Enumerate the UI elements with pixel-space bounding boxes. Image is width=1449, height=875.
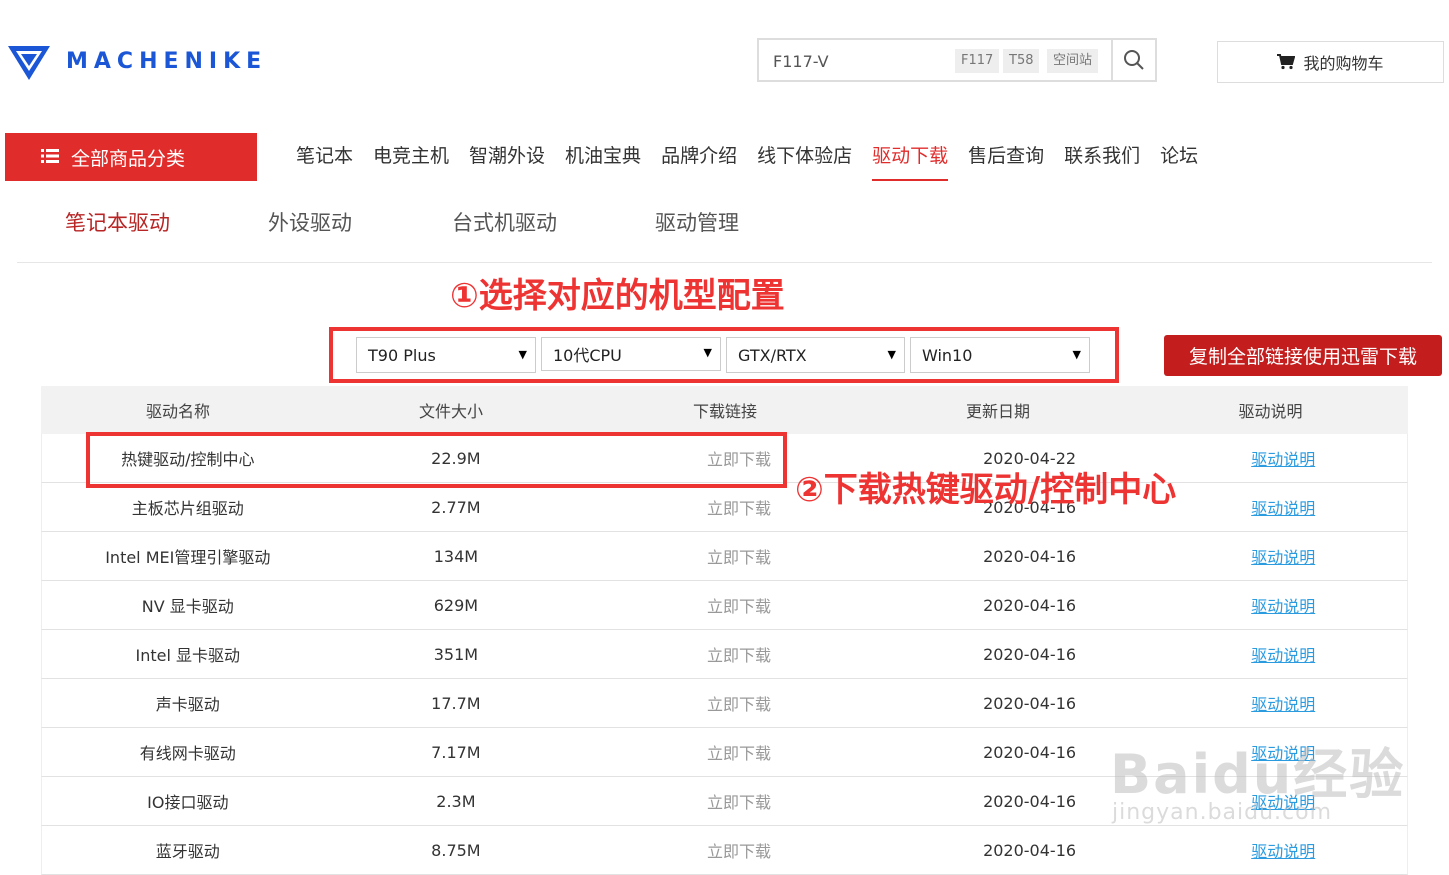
nav-item-stores[interactable]: 线下体验店: [757, 141, 852, 181]
machenike-logo-icon: [8, 46, 50, 80]
search-chip-space-station[interactable]: 空间站: [1047, 49, 1099, 73]
annotation-box-hotkey-row: [86, 432, 787, 488]
driver-notes-link[interactable]: 驱动说明: [1251, 842, 1315, 861]
all-categories-label: 全部商品分类: [71, 147, 186, 170]
table-row: NV 显卡驱动 629M 立即下载 2020-04-16 驱动说明: [41, 581, 1408, 630]
brand-name: MACHENIKE: [66, 48, 268, 74]
annotation-step2: ②下载热键驱动/控制中心: [795, 470, 1177, 510]
header-driver-notes: 驱动说明: [1238, 402, 1303, 421]
model-select[interactable]: T90 Plus ▼: [356, 337, 536, 373]
dropdown-arrow-icon: ▼: [887, 348, 896, 361]
model-select-value: T90 Plus: [368, 345, 436, 365]
file-size: 629M: [433, 595, 479, 615]
table-row: Intel MEI管理引擎驱动 134M 立即下载 2020-04-16 驱动说…: [41, 532, 1408, 581]
cpu-select[interactable]: 10代CPU ▼: [541, 337, 721, 371]
cart-icon: [1277, 54, 1296, 70]
nav-item-gaming-pc[interactable]: 电竞主机: [373, 141, 449, 181]
brand-logo[interactable]: MACHENIKE: [6, 38, 267, 84]
download-link[interactable]: 立即下载: [707, 695, 771, 714]
main-nav: 笔记本 电竞主机 智潮外设 机油宝典 品牌介绍 线下体验店 驱动下载 售后查询 …: [296, 141, 1218, 181]
annotation-step1: ①选择对应的机型配置: [450, 276, 785, 316]
driver-notes-link[interactable]: 驱动说明: [1251, 646, 1315, 665]
table-row: 蓝牙驱动 8.75M 立即下载 2020-04-16 驱动说明: [41, 826, 1408, 875]
download-link[interactable]: 立即下载: [707, 793, 771, 812]
nav-item-contact[interactable]: 联系我们: [1064, 141, 1140, 181]
os-select-value: Win10: [922, 345, 973, 365]
download-link[interactable]: 立即下载: [707, 744, 771, 763]
driver-name: NV 显卡驱动: [141, 597, 234, 616]
gpu-select-value: GTX/RTX: [738, 345, 807, 365]
nav-item-guide[interactable]: 机油宝典: [565, 141, 641, 181]
table-row: 主板芯片组驱动 2.77M 立即下载 2020-04-16 驱动说明: [41, 483, 1408, 532]
nav-item-service[interactable]: 售后查询: [968, 141, 1044, 181]
table-header: 驱动名称 文件大小 下载链接 更新日期 驱动说明: [41, 386, 1408, 434]
driver-name: 有线网卡驱动: [139, 744, 236, 763]
table-row: 声卡驱动 17.7M 立即下载 2020-04-16 驱动说明: [41, 679, 1408, 728]
download-link[interactable]: 立即下载: [707, 597, 771, 616]
driver-notes-link[interactable]: 驱动说明: [1251, 597, 1315, 616]
watermark-url: jingyan.baidu.com: [1112, 800, 1333, 825]
file-size: 7.17M: [431, 742, 481, 762]
driver-name: Intel MEI管理引擎驱动: [105, 548, 271, 567]
search-box: F117 T58 空间站: [757, 38, 1157, 82]
dropdown-arrow-icon: ▼: [703, 346, 712, 359]
tab-peripheral-drivers[interactable]: 外设驱动: [268, 207, 352, 237]
nav-item-notebook[interactable]: 笔记本: [296, 141, 353, 181]
download-link[interactable]: 立即下载: [707, 646, 771, 665]
driver-name: 主板芯片组驱动: [131, 499, 244, 518]
nav-item-forum[interactable]: 论坛: [1160, 141, 1198, 181]
table-row: Intel 显卡驱动 351M 立即下载 2020-04-16 驱动说明: [41, 630, 1408, 679]
driver-name: Intel 显卡驱动: [135, 646, 241, 665]
header-file-size: 文件大小: [418, 402, 483, 421]
os-select[interactable]: Win10 ▼: [910, 337, 1090, 373]
cpu-select-value: 10代CPU: [553, 346, 622, 365]
dropdown-arrow-icon: ▼: [518, 348, 527, 361]
dropdown-arrow-icon: ▼: [1072, 348, 1081, 361]
search-icon: [1124, 50, 1144, 70]
driver-notes-link[interactable]: 驱动说明: [1251, 548, 1315, 567]
update-date: 2020-04-16: [983, 840, 1077, 860]
file-size: 351M: [433, 644, 479, 664]
file-size: 17.7M: [431, 693, 481, 713]
header-driver-name: 驱动名称: [145, 402, 210, 421]
search-chip-t58[interactable]: T58: [1003, 49, 1040, 73]
driver-name: IO接口驱动: [147, 793, 229, 812]
driver-notes-link[interactable]: 驱动说明: [1251, 499, 1315, 518]
all-categories-button[interactable]: 全部商品分类: [5, 133, 257, 181]
update-date: 2020-04-16: [983, 644, 1077, 664]
driver-name: 蓝牙驱动: [155, 842, 220, 861]
menu-icon: [41, 146, 59, 168]
divider: [17, 262, 1432, 263]
header-update-date: 更新日期: [965, 402, 1030, 421]
search-chip-f117[interactable]: F117: [955, 49, 1000, 73]
file-size: 2.3M: [436, 791, 476, 811]
nav-item-drivers[interactable]: 驱动下载: [872, 141, 949, 181]
download-link[interactable]: 立即下载: [707, 842, 771, 861]
tab-driver-management[interactable]: 驱动管理: [655, 207, 739, 237]
update-date: 2020-04-16: [983, 693, 1077, 713]
search-input[interactable]: [771, 40, 955, 82]
download-link[interactable]: 立即下载: [707, 548, 771, 567]
driver-notes-link[interactable]: 驱动说明: [1251, 695, 1315, 714]
watermark-logo: Baidu经验: [1110, 743, 1406, 806]
copy-all-links-button[interactable]: 复制全部链接使用迅雷下载: [1164, 335, 1442, 376]
search-button[interactable]: [1111, 40, 1155, 80]
update-date: 2020-04-16: [983, 595, 1077, 615]
tab-notebook-drivers[interactable]: 笔记本驱动: [65, 207, 170, 237]
tab-desktop-drivers[interactable]: 台式机驱动: [452, 207, 557, 237]
file-size: 8.75M: [431, 840, 481, 860]
file-size: 2.77M: [431, 497, 481, 517]
download-link[interactable]: 立即下载: [707, 499, 771, 518]
driver-notes-link[interactable]: 驱动说明: [1251, 450, 1315, 469]
nav-item-brand[interactable]: 品牌介绍: [661, 141, 737, 181]
update-date: 2020-04-16: [983, 546, 1077, 566]
nav-item-peripherals[interactable]: 智潮外设: [469, 141, 545, 181]
file-size: 134M: [433, 546, 479, 566]
driver-name: 声卡驱动: [155, 695, 220, 714]
cart-button[interactable]: 我的购物车: [1217, 41, 1444, 83]
gpu-select[interactable]: GTX/RTX ▼: [726, 337, 905, 373]
cart-label: 我的购物车: [1303, 54, 1384, 73]
header-download-link: 下载链接: [692, 402, 757, 421]
